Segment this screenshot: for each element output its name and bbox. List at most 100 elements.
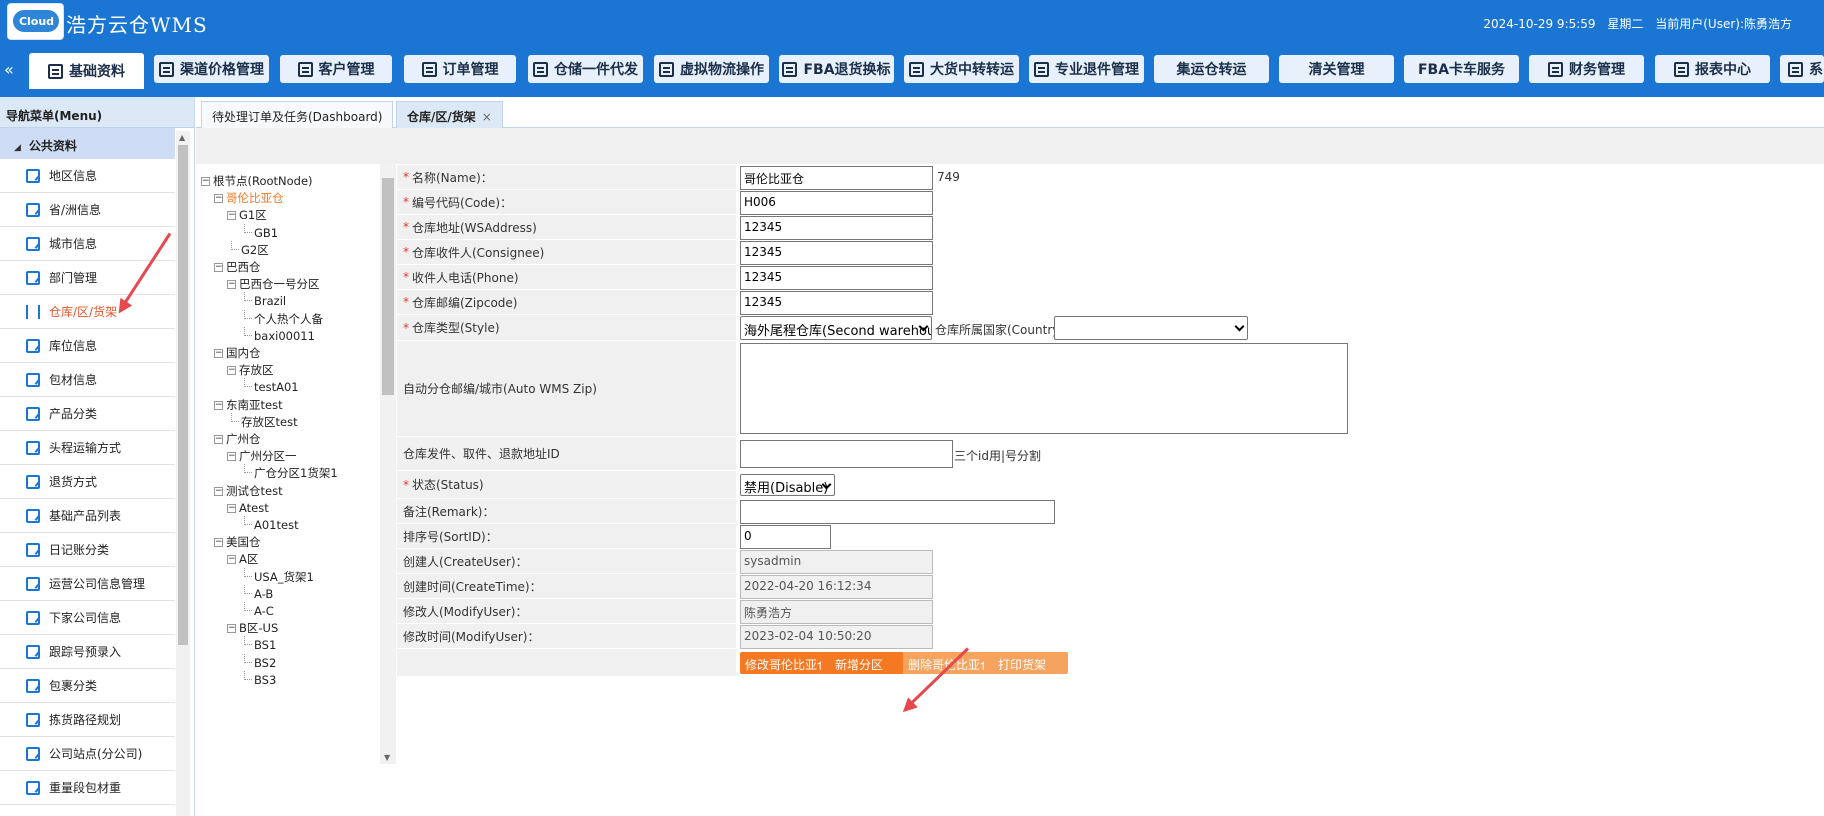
tree-node[interactable]: 巴西仓 xyxy=(226,258,261,276)
tree-node[interactable]: baxi00011 xyxy=(254,327,315,345)
sidebar-item[interactable]: 包材信息 xyxy=(0,363,175,397)
menu-orders[interactable]: 订单管理 xyxy=(404,55,516,83)
sidebar-item[interactable]: 地区信息 xyxy=(0,159,175,193)
phone-input[interactable]: 12345 xyxy=(740,266,933,290)
tree-node[interactable]: 个人热个人备 xyxy=(254,310,323,328)
tree-node[interactable]: B区-US xyxy=(239,619,278,637)
tree-node[interactable]: 测试仓test xyxy=(226,482,283,500)
sidebar-item[interactable]: 下家公司信息 xyxy=(0,601,175,635)
consignee-input[interactable]: 12345 xyxy=(740,241,933,265)
sidebar-item[interactable]: 基础产品列表 xyxy=(0,499,175,533)
tree-node[interactable]: A区 xyxy=(239,550,258,568)
tree-node[interactable]: testA01 xyxy=(254,378,299,396)
sidebar-item[interactable]: 产品分类 xyxy=(0,397,175,431)
address-input[interactable]: 12345 xyxy=(740,216,933,240)
tree-collapse-icon[interactable]: − xyxy=(201,177,210,186)
menu-customer[interactable]: 客户管理 xyxy=(280,55,392,83)
tree-scroll-thumb[interactable] xyxy=(382,178,394,395)
menu-customs[interactable]: 清关管理 xyxy=(1279,55,1394,83)
sidebar-item[interactable]: 重量段包材重 xyxy=(0,771,175,805)
menu-returns[interactable]: 专业退件管理 xyxy=(1029,55,1144,83)
remark-input[interactable] xyxy=(740,500,1055,524)
tree-node[interactable]: 广仓分区1货架1 xyxy=(254,464,338,482)
tree-collapse-icon[interactable]: − xyxy=(227,211,236,221)
tree-node[interactable]: BS3 xyxy=(254,671,276,689)
tree-node[interactable]: USA_货架1 xyxy=(254,568,314,586)
name-input[interactable]: 哥伦比亚仓 xyxy=(740,166,933,190)
code-input[interactable]: H006 xyxy=(740,191,933,215)
tree-collapse-icon[interactable]: − xyxy=(214,400,223,410)
tree-collapse-icon[interactable]: − xyxy=(214,435,223,444)
tree-node[interactable]: 巴西仓一号分区 xyxy=(239,275,320,293)
tree-node[interactable]: 美国仓 xyxy=(226,533,261,551)
tree-collapse-icon[interactable]: − xyxy=(227,452,236,462)
tree-collapse-icon[interactable]: − xyxy=(214,263,223,272)
sidebar-item[interactable]: 运营公司信息管理 xyxy=(0,567,175,601)
country-select[interactable] xyxy=(1054,316,1248,340)
tree-node[interactable]: 国内仓 xyxy=(226,344,261,362)
tree-node[interactable]: G1区 xyxy=(239,206,267,224)
tree-collapse-icon[interactable]: − xyxy=(227,503,236,513)
pickup-input[interactable] xyxy=(740,440,953,468)
menu-fba-truck[interactable]: FBA卡车服务 xyxy=(1404,55,1519,83)
tree-node[interactable]: GB1 xyxy=(254,224,278,242)
tree-collapse-icon[interactable]: − xyxy=(214,538,223,548)
menu-fba-relabel[interactable]: FBA退货换标 xyxy=(779,55,894,83)
tab-warehouse[interactable]: 仓库/区/货架 × xyxy=(396,101,503,128)
tab-dashboard[interactable]: 待处理订单及任务(Dashboard) xyxy=(201,101,394,128)
tree-collapse-icon[interactable]: − xyxy=(227,624,236,634)
tree-node[interactable]: Atest xyxy=(239,499,269,517)
tree-node[interactable]: Brazil xyxy=(254,292,286,310)
tree-collapse-icon[interactable]: − xyxy=(214,349,223,358)
sidebar-item[interactable]: 仓库/区/货架 xyxy=(0,295,175,329)
scroll-down-icon[interactable]: ▼ xyxy=(384,753,390,762)
tree-collapse-icon[interactable]: − xyxy=(227,366,236,376)
menu-channel-price[interactable]: 渠道价格管理 xyxy=(154,55,269,83)
tree-node[interactable]: 根节点(RootNode) xyxy=(213,172,313,190)
style-select[interactable]: 海外尾程仓库(Second warehouse) xyxy=(740,316,932,340)
zipcode-input[interactable]: 12345 xyxy=(740,291,933,315)
menu-basic-data[interactable]: 基础资料 xyxy=(29,53,144,89)
tree-node[interactable]: BS1 xyxy=(254,636,276,654)
menu-dropship[interactable]: 仓储一件代发 xyxy=(528,55,643,83)
tree-scrollbar[interactable]: ▼ xyxy=(380,164,396,764)
menu-consolidation[interactable]: 集运仓转运 xyxy=(1154,55,1269,83)
tree-node[interactable]: 哥伦比亚仓 xyxy=(226,189,284,207)
tree-node[interactable]: 存放区test xyxy=(241,413,298,431)
sidebar-item[interactable]: 拣货路径规划 xyxy=(0,703,175,737)
sort-input[interactable]: 0 xyxy=(740,525,831,549)
tree-node[interactable]: 广州分区一 xyxy=(239,447,297,465)
tree-node[interactable]: 广州仓 xyxy=(226,430,261,448)
tree-node[interactable]: 东南亚test xyxy=(226,396,283,414)
menu-bulk-transfer[interactable]: 大货中转转运 xyxy=(904,55,1019,83)
tree-collapse-icon[interactable]: − xyxy=(214,486,223,496)
sidebar-item[interactable]: 日记账分类 xyxy=(0,533,175,567)
sidebar-scroll-thumb[interactable] xyxy=(178,145,188,645)
modify-button[interactable]: 修改哥伦比亚仓 xyxy=(740,652,823,674)
sidebar-item[interactable]: 城市信息 xyxy=(0,227,175,261)
tree-node[interactable]: BS2 xyxy=(254,654,276,672)
menu-finance[interactable]: 财务管理 xyxy=(1529,55,1644,83)
scroll-up-icon[interactable]: ▲ xyxy=(179,133,185,142)
tree-node[interactable]: A-C xyxy=(254,602,274,620)
menu-system[interactable]: 系 xyxy=(1780,55,1824,83)
tree-collapse-icon[interactable]: − xyxy=(227,280,236,290)
collapse-menu-icon[interactable]: « xyxy=(4,62,14,78)
status-select[interactable]: 禁用(Disable) xyxy=(740,474,835,496)
sidebar-group[interactable]: ◢ 公共资料 xyxy=(0,128,175,159)
sidebar-item[interactable]: 跟踪号预录入 xyxy=(0,635,175,669)
tree-node[interactable]: 存放区 xyxy=(239,361,274,379)
sidebar-item[interactable]: 库位信息 xyxy=(0,329,175,363)
print-shelf-button[interactable]: 打印货架 xyxy=(984,652,1068,674)
sidebar-item[interactable]: 头程运输方式 xyxy=(0,431,175,465)
sidebar-item[interactable]: 包裹分类 xyxy=(0,669,175,703)
autozip-textarea[interactable] xyxy=(740,343,1348,434)
sidebar-item[interactable]: 省/洲信息 xyxy=(0,193,175,227)
add-zone-button[interactable]: 新增分区 xyxy=(821,652,904,674)
sidebar-scrollbar[interactable]: ▲ xyxy=(176,131,190,816)
tree-node[interactable]: G2区 xyxy=(241,241,269,259)
sidebar-item[interactable]: 公司站点(分公司) xyxy=(0,737,175,771)
menu-reports[interactable]: 报表中心 xyxy=(1655,55,1770,83)
tree-node[interactable]: A01test xyxy=(254,516,299,534)
close-icon[interactable]: × xyxy=(482,110,492,124)
